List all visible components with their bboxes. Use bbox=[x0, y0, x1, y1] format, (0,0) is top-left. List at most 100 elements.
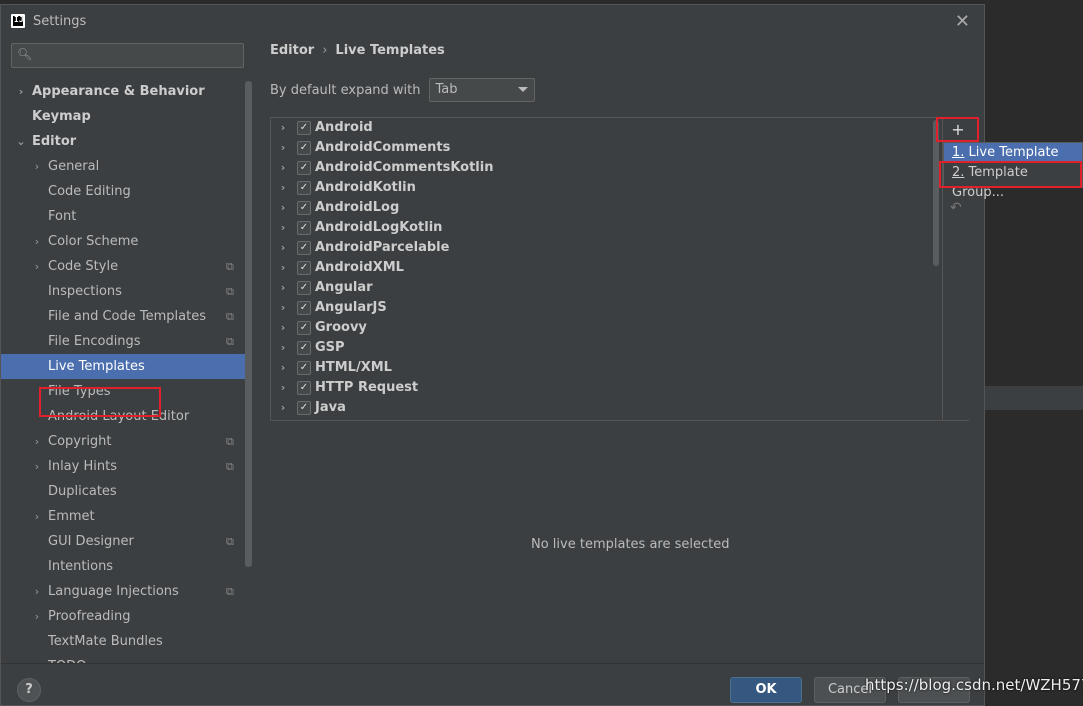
sidebar-item[interactable]: Font bbox=[1, 204, 245, 229]
chevron-right-icon[interactable]: › bbox=[31, 454, 43, 479]
intellij-app-icon: IJ bbox=[11, 14, 25, 28]
template-group-row[interactable]: › ✓ Android bbox=[271, 118, 941, 138]
sidebar-item[interactable]: › Appearance & Behavior bbox=[1, 79, 245, 104]
sidebar-item[interactable]: › General bbox=[1, 154, 245, 179]
chevron-right-icon[interactable]: › bbox=[31, 429, 43, 454]
sidebar-item[interactable]: Intentions bbox=[1, 554, 245, 579]
sidebar-item[interactable]: GUI Designer ⧉ bbox=[1, 529, 245, 554]
enabled-checkbox[interactable]: ✓ bbox=[297, 341, 311, 355]
chevron-right-icon[interactable]: › bbox=[277, 218, 289, 238]
chevron-right-icon[interactable]: › bbox=[277, 118, 289, 138]
sidebar-item[interactable]: Duplicates bbox=[1, 479, 245, 504]
enabled-checkbox[interactable]: ✓ bbox=[297, 141, 311, 155]
chevron-right-icon[interactable]: › bbox=[277, 278, 289, 298]
help-button[interactable]: ? bbox=[17, 678, 41, 702]
chevron-right-icon[interactable]: › bbox=[31, 604, 43, 629]
enabled-checkbox[interactable]: ✓ bbox=[297, 301, 311, 315]
chevron-down-icon[interactable]: ⌄ bbox=[15, 129, 27, 154]
chevron-right-icon[interactable]: › bbox=[277, 318, 289, 338]
template-group-row[interactable]: › ✓ GSP bbox=[271, 338, 941, 358]
template-group-name: HTML/XML bbox=[315, 360, 392, 375]
template-group-row[interactable]: › ✓ Java bbox=[271, 398, 941, 418]
chevron-right-icon[interactable]: › bbox=[277, 378, 289, 398]
sidebar-scrollbar[interactable] bbox=[245, 81, 252, 567]
enabled-checkbox[interactable]: ✓ bbox=[297, 181, 311, 195]
template-group-row[interactable]: › ✓ Angular bbox=[271, 278, 941, 298]
sidebar-item[interactable]: › Language Injections ⧉ bbox=[1, 579, 245, 604]
sidebar-item[interactable]: › Emmet bbox=[1, 504, 245, 529]
template-group-row[interactable]: › ✓ Groovy bbox=[271, 318, 941, 338]
sidebar-item[interactable]: › Copyright ⧉ bbox=[1, 429, 245, 454]
enabled-checkbox[interactable]: ✓ bbox=[297, 321, 311, 335]
close-icon[interactable]: ✕ bbox=[955, 11, 970, 32]
search-input[interactable]: 🔍︎ bbox=[11, 43, 244, 68]
project-settings-icon: ⧉ bbox=[226, 460, 234, 473]
enabled-checkbox[interactable]: ✓ bbox=[297, 121, 311, 135]
template-group-name: HTTP Request bbox=[315, 380, 419, 395]
sidebar-item[interactable]: Inspections ⧉ bbox=[1, 279, 245, 304]
sidebar-item-label: Copyright bbox=[48, 434, 112, 449]
project-settings-icon: ⧉ bbox=[226, 535, 234, 548]
chevron-right-icon[interactable]: › bbox=[277, 298, 289, 318]
chevron-right-icon[interactable]: › bbox=[277, 178, 289, 198]
sidebar-item[interactable]: File and Code Templates ⧉ bbox=[1, 304, 245, 329]
chevron-right-icon[interactable]: › bbox=[277, 258, 289, 278]
watermark-text: https://blog.csdn.net/WZH577 bbox=[865, 676, 1083, 694]
enabled-checkbox[interactable]: ✓ bbox=[297, 201, 311, 215]
enabled-checkbox[interactable]: ✓ bbox=[297, 241, 311, 255]
chevron-right-icon[interactable]: › bbox=[277, 238, 289, 258]
enabled-checkbox[interactable]: ✓ bbox=[297, 221, 311, 235]
enabled-checkbox[interactable]: ✓ bbox=[297, 161, 311, 175]
chevron-right-icon[interactable]: › bbox=[31, 504, 43, 529]
sidebar-item[interactable]: TextMate Bundles bbox=[1, 629, 245, 654]
sidebar-item[interactable]: Keymap bbox=[1, 104, 245, 129]
template-groups-panel: › ✓ Android › ✓ AndroidComments › ✓ AndroidComme… bbox=[270, 117, 969, 421]
add-button-highlight-box bbox=[936, 117, 979, 142]
sidebar-item[interactable]: Code Editing bbox=[1, 179, 245, 204]
chevron-right-icon[interactable]: › bbox=[31, 254, 43, 279]
enabled-checkbox[interactable]: ✓ bbox=[297, 261, 311, 275]
template-group-name: Android bbox=[315, 120, 373, 135]
chevron-right-icon[interactable]: › bbox=[277, 138, 289, 158]
template-group-row[interactable]: › ✓ AngularJS bbox=[271, 298, 941, 318]
template-group-row[interactable]: › ✓ AndroidParcelable bbox=[271, 238, 941, 258]
ok-button[interactable]: OK bbox=[730, 677, 802, 703]
template-group-row[interactable]: › ✓ HTTP Request bbox=[271, 378, 941, 398]
empty-state-message: No live templates are selected bbox=[531, 537, 730, 552]
chevron-right-icon[interactable]: › bbox=[31, 229, 43, 254]
template-group-row[interactable]: › ✓ HTML/XML bbox=[271, 358, 941, 378]
enabled-checkbox[interactable]: ✓ bbox=[297, 381, 311, 395]
template-group-row[interactable]: › ✓ AndroidCommentsKotlin bbox=[271, 158, 941, 178]
sidebar-item[interactable]: › Color Scheme bbox=[1, 229, 245, 254]
template-group-row[interactable]: › ✓ AndroidKotlin bbox=[271, 178, 941, 198]
sidebar-item[interactable]: ⌄ Editor bbox=[1, 129, 245, 154]
chevron-right-icon[interactable]: › bbox=[277, 198, 289, 218]
chevron-right-icon[interactable]: › bbox=[31, 154, 43, 179]
sidebar-item[interactable]: File Encodings ⧉ bbox=[1, 329, 245, 354]
sidebar-item[interactable]: Live Templates bbox=[1, 354, 245, 379]
template-group-row[interactable]: › ✓ AndroidLog bbox=[271, 198, 941, 218]
template-group-row[interactable]: › ✓ AndroidXML bbox=[271, 258, 941, 278]
chevron-right-icon[interactable]: › bbox=[277, 158, 289, 178]
chevron-right-icon[interactable]: › bbox=[15, 79, 27, 104]
enabled-checkbox[interactable]: ✓ bbox=[297, 281, 311, 295]
main-panel: Editor › Live Templates By default expand … bbox=[253, 37, 1083, 663]
enabled-checkbox[interactable]: ✓ bbox=[297, 401, 311, 415]
expand-with-select[interactable]: Tab bbox=[428, 78, 535, 102]
enabled-checkbox[interactable]: ✓ bbox=[297, 361, 311, 375]
chevron-right-icon[interactable]: › bbox=[277, 338, 289, 358]
template-group-name: AngularJS bbox=[315, 300, 387, 315]
sidebar-item-label: Language Injections bbox=[48, 584, 179, 599]
template-group-row[interactable]: › ✓ AndroidComments bbox=[271, 138, 941, 158]
sidebar-item[interactable]: › Inlay Hints ⧉ bbox=[1, 454, 245, 479]
sidebar-item[interactable]: › Code Style ⧉ bbox=[1, 254, 245, 279]
expand-with-row: By default expand with Tab bbox=[270, 78, 535, 102]
chevron-right-icon[interactable]: › bbox=[277, 398, 289, 418]
template-group-name: AndroidKotlin bbox=[315, 180, 416, 195]
chevron-right-icon[interactable]: › bbox=[277, 358, 289, 378]
breadcrumb-parent[interactable]: Editor bbox=[270, 43, 314, 58]
template-group-row[interactable]: › ✓ AndroidLogKotlin bbox=[271, 218, 941, 238]
chevron-right-icon[interactable]: › bbox=[31, 579, 43, 604]
menu-item-live-template[interactable]: 1. Live Template bbox=[944, 143, 1082, 163]
sidebar-item[interactable]: › Proofreading bbox=[1, 604, 245, 629]
